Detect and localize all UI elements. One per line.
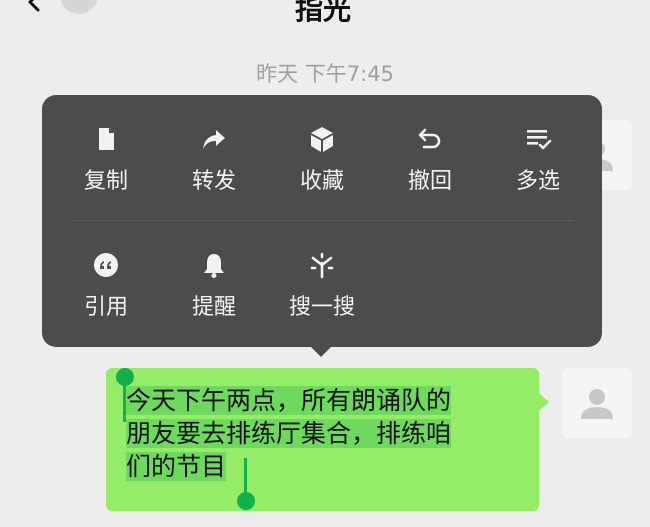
menu-item-label: 转发 [191, 169, 236, 194]
selected-text-line: 朋友要去排练厅集合，排练咱 [126, 419, 452, 448]
selection-end-caret [244, 458, 247, 494]
menu-item-label: 撤回 [407, 169, 452, 194]
message-bubble[interactable]: 今天下午两点，所有朗诵队的 朋友要去排练厅集合，排练咱 们的节目 [106, 368, 539, 511]
forward-icon [203, 130, 225, 149]
quote-icon [94, 253, 118, 277]
back-button[interactable] [24, 0, 54, 12]
bell-icon [204, 254, 224, 278]
chat-title: 指光 [295, 0, 352, 26]
chat-header: 指光 [0, 0, 650, 26]
avatar[interactable] [562, 368, 632, 438]
menu-item-quote[interactable]: 引用 [52, 221, 160, 321]
recall-icon [418, 128, 441, 149]
menu-item-label: 提醒 [191, 295, 236, 320]
selection-end-handle[interactable] [237, 492, 255, 510]
selected-text-line: 今天下午两点，所有朗诵队的 [126, 386, 452, 415]
menu-item-multi-select[interactable]: 多选 [484, 95, 592, 195]
chat-screen: 指光 昨天 下午7:45 复制 转发 收藏 撤回 多选 引用 提醒 搜一搜 今天… [0, 0, 650, 527]
menu-item-copy[interactable]: 复制 [52, 95, 160, 195]
menu-pointer-arrow [310, 346, 332, 357]
default-avatar-icon [581, 389, 613, 419]
menu-item-label: 复制 [83, 169, 128, 194]
copy-icon [99, 128, 114, 150]
message-bubble-tail [539, 393, 549, 411]
search-spark-icon [310, 252, 334, 279]
menu-item-label: 收藏 [299, 169, 344, 194]
menu-item-label: 搜一搜 [288, 295, 355, 320]
message-text[interactable]: 今天下午两点，所有朗诵队的 朋友要去排练厅集合，排练咱 们的节目 [126, 384, 526, 483]
selection-start-caret [123, 382, 126, 422]
unread-badge [60, 0, 98, 14]
menu-item-label: 引用 [83, 295, 128, 320]
message-context-menu: 复制 转发 收藏 撤回 多选 引用 提醒 搜一搜 [42, 95, 602, 347]
menu-item-recall[interactable]: 撤回 [376, 95, 484, 195]
selected-text-line: 们的节目 [126, 452, 227, 481]
menu-item-label: 多选 [515, 169, 560, 194]
multi-select-icon [527, 130, 552, 150]
menu-item-favorite[interactable]: 收藏 [268, 95, 376, 195]
menu-item-forward[interactable]: 转发 [160, 95, 268, 195]
menu-item-search[interactable]: 搜一搜 [268, 221, 376, 321]
back-arrow-icon [28, 0, 40, 12]
message-timestamp: 昨天 下午7:45 [256, 62, 394, 86]
menu-item-remind[interactable]: 提醒 [160, 221, 268, 321]
favorite-icon [311, 127, 333, 152]
